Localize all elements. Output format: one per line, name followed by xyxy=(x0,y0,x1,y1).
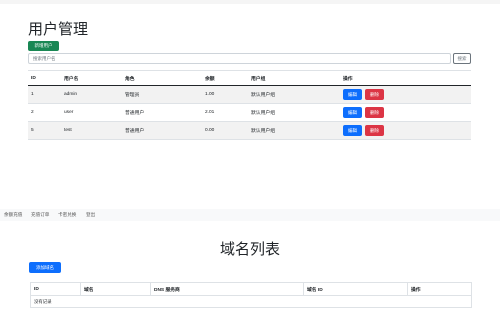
cell-balance: 0.00 xyxy=(202,121,248,140)
column-header-role: 角色 xyxy=(122,70,202,86)
column-header-balance: 余额 xyxy=(202,70,248,86)
cell-actions: 编辑 删除 xyxy=(340,121,471,140)
nav-link-card-redeem[interactable]: 卡密兑换 xyxy=(58,212,76,218)
nav-link-logout[interactable]: 登出 xyxy=(86,212,95,218)
cell-actions: 编辑 删除 xyxy=(340,103,471,122)
table-row: 1 admin 管理员 1.00 默认用户组 编辑 删除 xyxy=(28,85,471,104)
search-button[interactable]: 搜索 xyxy=(453,53,471,64)
column-header-group: 用户组 xyxy=(248,70,340,86)
nav-link-orders[interactable]: 充值订单 xyxy=(31,212,49,218)
cell-balance: 1.00 xyxy=(202,85,248,104)
search-bar: 搜索 xyxy=(28,53,471,64)
column-header-id: ID xyxy=(30,282,81,296)
column-header-domain-id: 域名 ID xyxy=(303,282,408,296)
edit-button[interactable]: 编辑 xyxy=(343,125,362,136)
nav-bar: 余额充值 充值订单 卡密兑换 登出 xyxy=(0,209,500,221)
delete-button[interactable]: 删除 xyxy=(365,107,384,118)
edit-button[interactable]: 编辑 xyxy=(343,107,362,118)
column-header-username: 用户名 xyxy=(61,70,122,86)
cell-role: 普通用户 xyxy=(122,103,202,122)
users-table-header: ID 用户名 角色 余额 用户组 操作 xyxy=(28,70,471,86)
cell-group: 默认用户组 xyxy=(248,85,340,104)
users-page-title: 用户管理 xyxy=(28,21,89,38)
table-row: 5 test 普通用户 0.00 默认用户组 编辑 删除 xyxy=(28,121,471,140)
cell-username: admin xyxy=(61,85,122,104)
cell-id: 5 xyxy=(28,121,61,140)
column-header-dns-provider: DNS 服务商 xyxy=(150,282,304,296)
domains-page-title: 域名列表 xyxy=(219,241,280,258)
cell-balance: 2.01 xyxy=(202,103,248,122)
cell-role: 普通用户 xyxy=(122,121,202,140)
cell-actions: 编辑 删除 xyxy=(340,85,471,104)
column-header-actions: 操作 xyxy=(407,282,472,296)
add-domain-button[interactable]: 添加域名 xyxy=(29,262,61,273)
cell-group: 默认用户组 xyxy=(248,121,340,140)
search-input[interactable] xyxy=(28,53,451,64)
column-header-domain: 域名 xyxy=(80,282,151,296)
cell-group: 默认用户组 xyxy=(248,103,340,122)
nav-link-recharge[interactable]: 余额充值 xyxy=(4,212,22,218)
users-table: ID 用户名 角色 余额 用户组 操作 1 admin 管理员 1.00 默认用… xyxy=(28,70,471,140)
add-user-button[interactable]: 新增用户 xyxy=(28,41,59,51)
table-row: 2 user 普通用户 2.01 默认用户组 编辑 删除 xyxy=(28,103,471,122)
column-header-actions: 操作 xyxy=(340,70,471,86)
cell-role: 管理员 xyxy=(122,85,202,104)
cell-id: 1 xyxy=(28,85,61,104)
cell-username: test xyxy=(61,121,122,140)
cell-username: user xyxy=(61,103,122,122)
delete-button[interactable]: 删除 xyxy=(365,89,384,100)
column-header-id: ID xyxy=(28,70,61,86)
delete-button[interactable]: 删除 xyxy=(365,125,384,136)
edit-button[interactable]: 编辑 xyxy=(343,89,362,100)
domains-table: ID 域名 DNS 服务商 域名 ID 操作 没有记录 xyxy=(30,282,472,308)
cell-id: 2 xyxy=(28,103,61,122)
top-band xyxy=(0,0,500,4)
domains-table-header: ID 域名 DNS 服务商 域名 ID 操作 xyxy=(30,282,472,296)
empty-message: 没有记录 xyxy=(30,295,472,308)
empty-row: 没有记录 xyxy=(30,295,472,308)
